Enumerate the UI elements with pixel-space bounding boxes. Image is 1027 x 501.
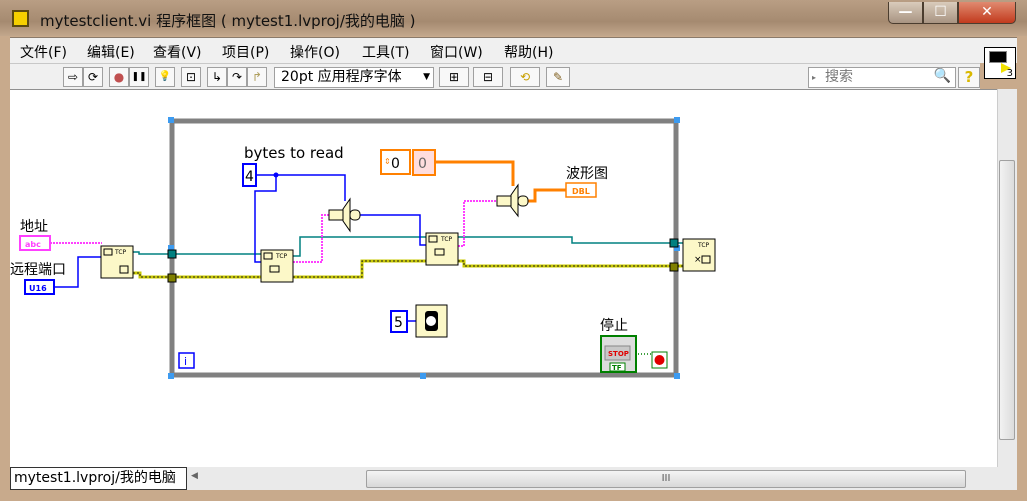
block-diagram: TCP TCP TCP TCP × abc U16 4 ⇕ 0 0 DBL 5 … <box>10 117 716 379</box>
port-control[interactable]: U16 <box>24 279 55 295</box>
svg-text:abc: abc <box>25 240 41 249</box>
type-cast-node[interactable] <box>496 183 529 218</box>
horizontal-scroll-thumb[interactable]: III <box>366 470 966 488</box>
stop-button-terminal[interactable]: STOP TF <box>600 335 637 373</box>
wire-junction <box>273 172 279 178</box>
loop-condition-terminal[interactable] <box>651 351 668 369</box>
svg-text:×: × <box>694 255 702 265</box>
waveform-graph-label: 波形图 <box>566 166 608 182</box>
connection-tunnel[interactable] <box>669 238 679 248</box>
vertical-scroll-thumb[interactable] <box>999 160 1015 440</box>
svg-text:4: 4 <box>245 169 254 185</box>
resize-handle <box>674 373 680 379</box>
resize-handle <box>168 117 174 123</box>
array-constant[interactable]: ⇕ 0 0 <box>380 149 436 176</box>
svg-text:U16: U16 <box>29 284 47 293</box>
project-context-label: mytest1.lvproj/我的电脑 <box>10 467 187 490</box>
wait-ms-node[interactable] <box>415 304 448 338</box>
wait-ms-constant[interactable]: 5 <box>390 310 408 333</box>
converted-bytes-wire <box>360 214 426 246</box>
svg-text:STOP: STOP <box>608 350 629 358</box>
error-wire <box>133 259 683 279</box>
loop-iteration-terminal: i <box>178 352 195 369</box>
port-label: 远程端口 <box>10 262 66 278</box>
svg-text:i: i <box>184 355 187 368</box>
svg-text:TCP: TCP <box>275 253 288 260</box>
type-wire <box>435 160 515 186</box>
address-control[interactable]: abc <box>19 235 51 251</box>
tcp-open-connection-node[interactable]: TCP <box>100 245 134 279</box>
connection-tunnel[interactable] <box>167 249 177 259</box>
svg-text:5: 5 <box>394 315 403 331</box>
error-tunnel[interactable] <box>167 273 177 283</box>
type-cast-node[interactable] <box>328 197 361 233</box>
svg-text:0: 0 <box>391 156 400 172</box>
stop-label: 停止 <box>600 317 628 334</box>
resize-handle <box>420 373 426 379</box>
bytes-to-read-label: bytes to read <box>244 144 344 162</box>
data-string-wire <box>293 214 329 263</box>
connection-wire <box>293 236 683 257</box>
tcp-read-node[interactable]: TCP <box>260 249 294 283</box>
error-tunnel[interactable] <box>669 262 679 272</box>
svg-text:⇕: ⇕ <box>384 157 391 166</box>
svg-text:TCP: TCP <box>697 242 710 249</box>
svg-text:TCP: TCP <box>114 249 127 256</box>
svg-text:DBL: DBL <box>572 187 590 196</box>
tcp-close-connection-node[interactable]: TCP × <box>682 238 716 272</box>
svg-text:TCP: TCP <box>440 236 453 243</box>
tcp-read-node[interactable]: TCP <box>425 232 459 266</box>
bytes-to-read-constant[interactable]: 4 <box>242 163 257 187</box>
connection-wire <box>133 251 261 255</box>
waveform-graph-indicator[interactable]: DBL <box>565 182 597 198</box>
svg-text:TF: TF <box>612 364 622 372</box>
address-label: 地址 <box>20 219 48 235</box>
resize-handle <box>168 373 174 379</box>
error-wire-pattern <box>133 260 683 278</box>
data-string-wire <box>458 200 497 247</box>
svg-text:0: 0 <box>418 156 427 172</box>
scroll-left-icon[interactable]: ◀ <box>191 471 198 481</box>
waveform-wire <box>528 188 566 203</box>
resize-handle <box>674 117 680 123</box>
